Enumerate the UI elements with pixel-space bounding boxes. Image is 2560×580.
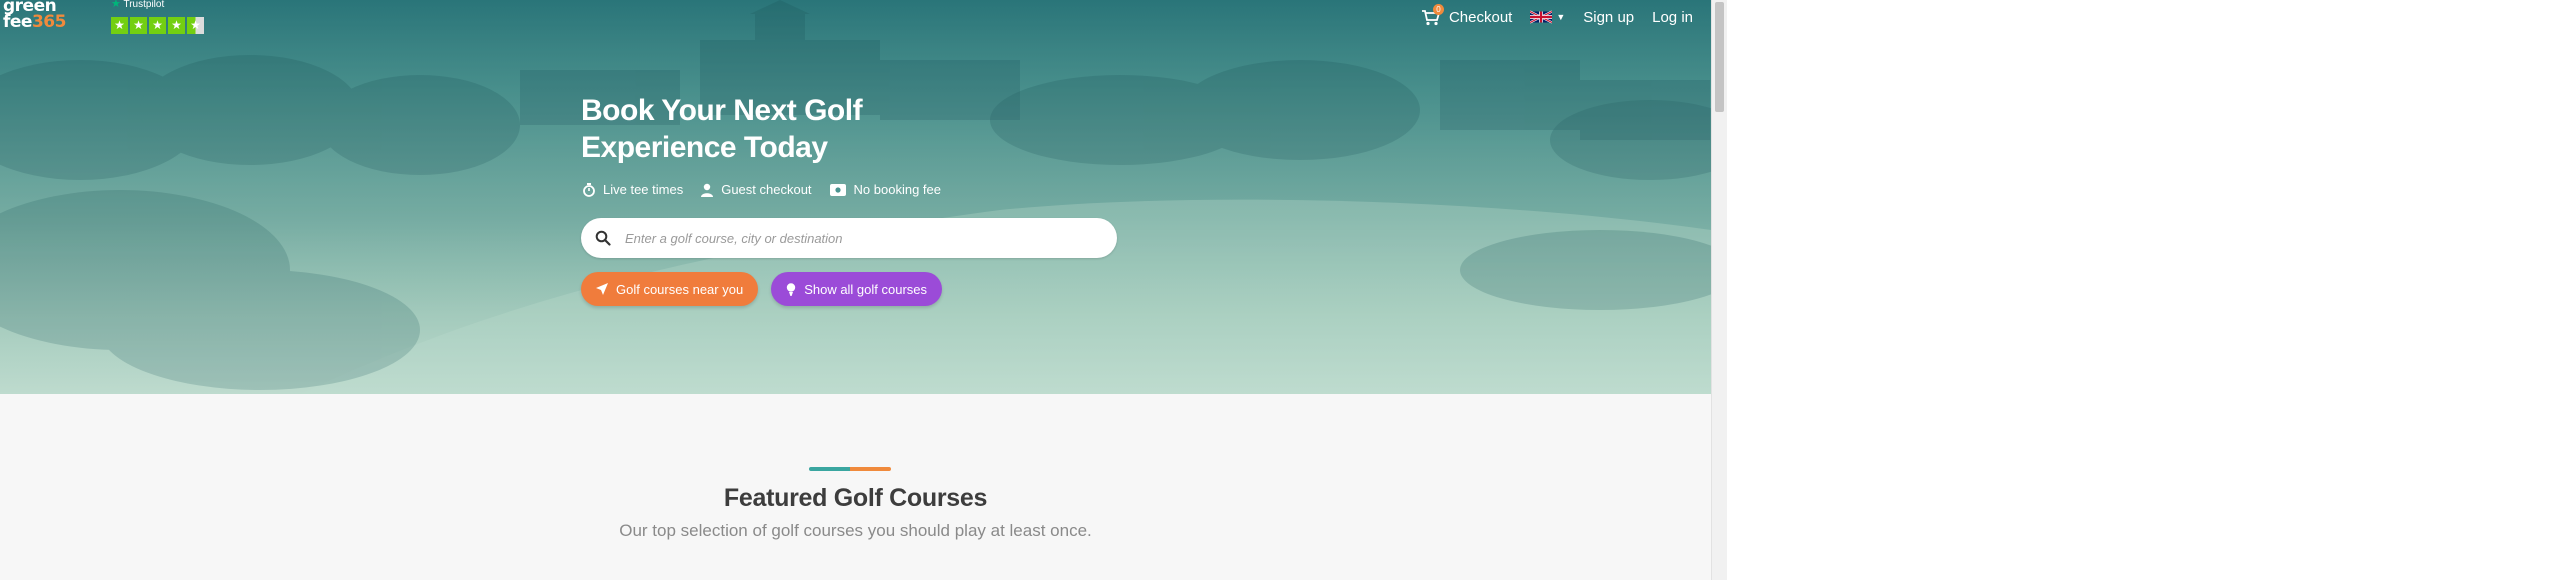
featured-section-title: Featured Golf Courses bbox=[723, 484, 988, 512]
show-all-golf-courses-button[interactable]: Show all golf courses bbox=[771, 272, 943, 306]
cart-count-badge: 0 bbox=[1432, 4, 1444, 15]
feature-live-tee-times: Live tee times bbox=[583, 182, 683, 197]
greenfee365-logo[interactable]: green fee365 bbox=[3, 0, 75, 34]
scrollbar-thumb[interactable] bbox=[1715, 2, 1724, 112]
location-arrow-icon bbox=[596, 283, 608, 295]
logo-text-line2: fee365 bbox=[3, 14, 66, 31]
hero-action-buttons: Golf courses near you Show all golf cour… bbox=[581, 272, 943, 306]
trustpilot-label: ★ Trustpilot bbox=[111, 0, 164, 10]
hero-headline: Book Your Next Golf Experience Today bbox=[581, 94, 863, 164]
hero-features: Live tee times Guest checkout No booking… bbox=[583, 182, 941, 197]
caret-down-icon: ▼ bbox=[1556, 12, 1566, 22]
feature-guest-checkout: Guest checkout bbox=[701, 182, 812, 197]
language-selector[interactable]: ▼ bbox=[1530, 10, 1565, 24]
ticket-icon bbox=[829, 183, 846, 196]
checkout-link[interactable]: 0 Checkout bbox=[1421, 4, 1513, 26]
feature-label: Guest checkout bbox=[721, 182, 812, 197]
trustpilot-star-icon: ★ bbox=[111, 0, 121, 10]
hero-background-image bbox=[0, 0, 1711, 394]
star-icon: ★ bbox=[149, 17, 166, 34]
cart-icon: 0 bbox=[1421, 4, 1444, 26]
star-icon: ★ bbox=[168, 17, 185, 34]
top-nav: 0 Checkout ▼ Sign up Log in bbox=[1421, 0, 1693, 34]
checkout-label: Checkout bbox=[1448, 8, 1513, 26]
feature-label: No booking fee bbox=[853, 182, 941, 197]
star-icon: ★ bbox=[130, 17, 147, 34]
uk-flag-icon bbox=[1530, 10, 1553, 24]
star-icon: ★ bbox=[111, 17, 128, 34]
logo-text-number: 365 bbox=[31, 12, 67, 32]
feature-no-booking-fee: No booking fee bbox=[829, 182, 941, 197]
signup-link[interactable]: Sign up bbox=[1583, 9, 1634, 26]
trustpilot-text: Trustpilot bbox=[123, 0, 165, 10]
search-bar[interactable] bbox=[581, 218, 1117, 258]
search-icon bbox=[595, 230, 611, 246]
vertical-scrollbar[interactable] bbox=[1711, 0, 1727, 580]
stopwatch-icon bbox=[583, 182, 595, 197]
hero-banner: green fee365 ★ Trustpilot ★ ★ ★ ★ ★ 0 Ch… bbox=[0, 0, 1711, 394]
trustpilot-widget[interactable]: ★ Trustpilot ★ ★ ★ ★ ★ bbox=[111, 0, 211, 34]
featured-section-subtitle: Our top selection of golf courses you sh… bbox=[619, 521, 1092, 540]
page-viewport: green fee365 ★ Trustpilot ★ ★ ★ ★ ★ 0 Ch… bbox=[0, 0, 1711, 580]
button-label: Golf courses near you bbox=[616, 281, 744, 297]
half-star-icon: ★ bbox=[187, 17, 204, 34]
button-label: Show all golf courses bbox=[804, 281, 928, 297]
user-icon bbox=[701, 183, 714, 197]
section-divider bbox=[809, 467, 891, 471]
golf-courses-near-you-button[interactable]: Golf courses near you bbox=[581, 272, 759, 306]
search-input[interactable] bbox=[623, 229, 1107, 247]
feature-label: Live tee times bbox=[603, 182, 684, 197]
golf-ball-tee-icon bbox=[786, 282, 796, 296]
login-link[interactable]: Log in bbox=[1652, 9, 1693, 26]
logo-text-fee: fee bbox=[3, 12, 32, 32]
trustpilot-rating-stars: ★ ★ ★ ★ ★ bbox=[111, 17, 204, 34]
